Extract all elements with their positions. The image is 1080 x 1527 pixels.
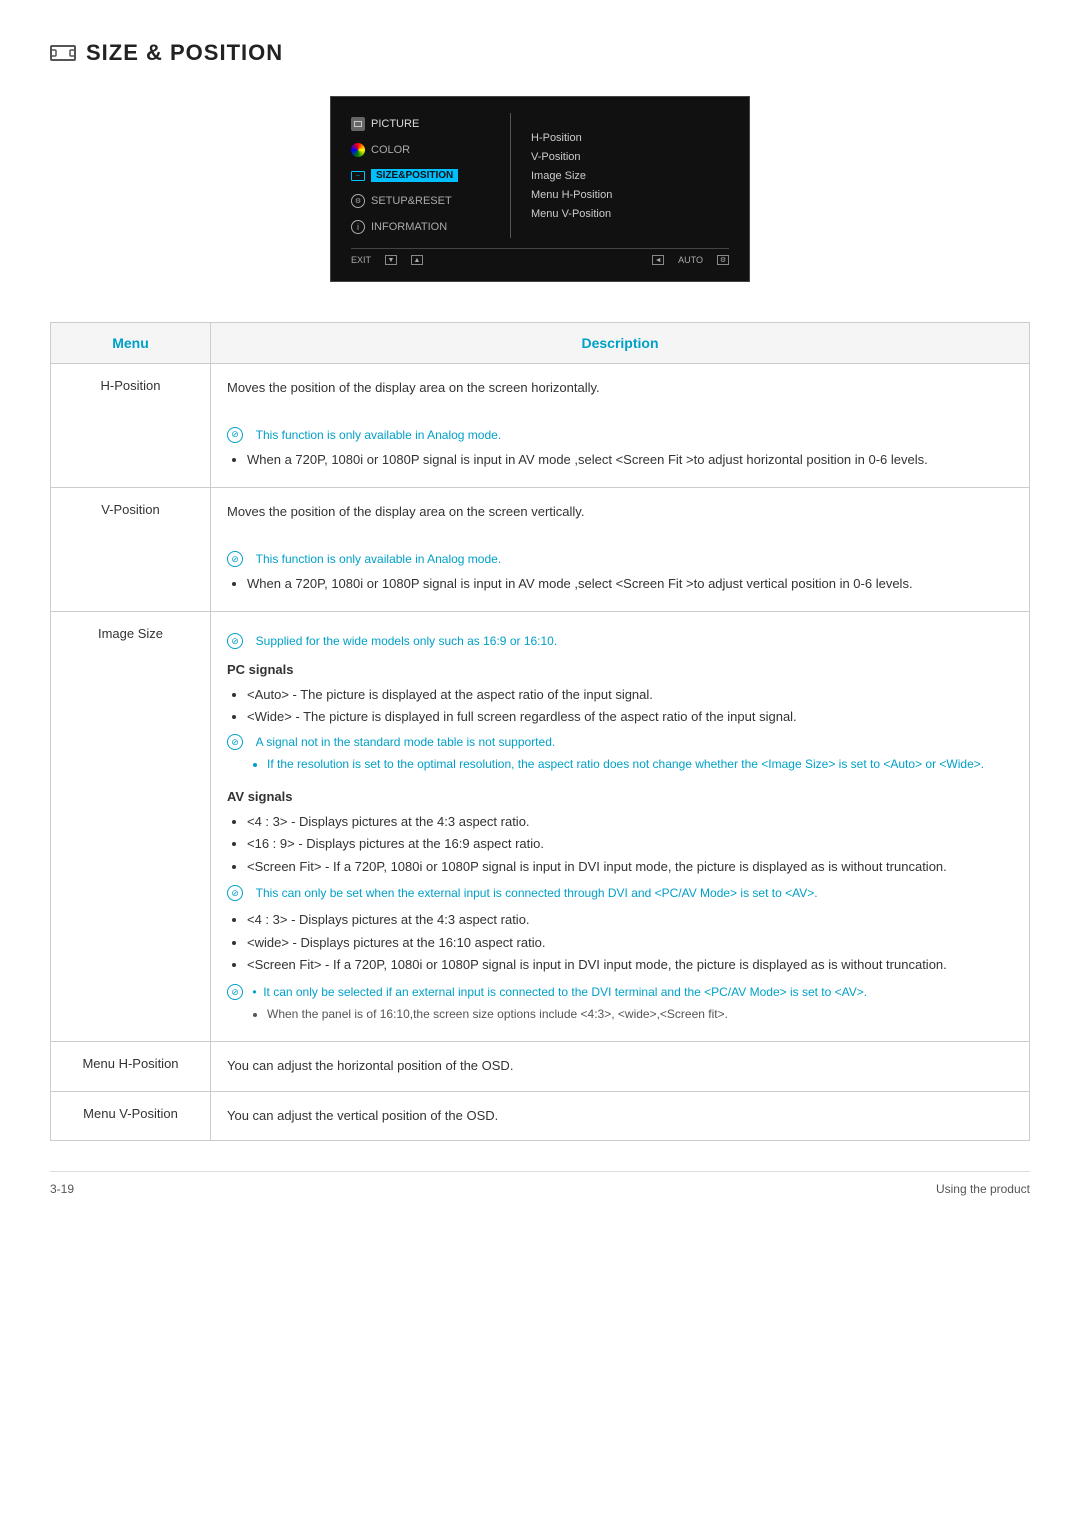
main-table: Menu Description H-Position Moves the po… [50,322,1030,1141]
osd-btn-enter: ◄ [652,255,664,265]
osd-submenu-menu-h: Menu H-Position [531,187,612,203]
desc-cell-h-position: Moves the position of the display area o… [211,364,1030,488]
av2-4-3-bullet: <4 : 3> - Displays pictures at the 4:3 a… [247,910,1013,930]
osd-submenu-h-position: H-Position [531,130,612,146]
av-16-9-bullet: <16 : 9> - Displays pictures at the 16:9… [247,834,1013,854]
table-row-menu-v-position: Menu V-Position You can adjust the verti… [51,1091,1030,1141]
menu-cell-image-size: Image Size [51,612,211,1042]
pc-signals-title: PC signals [227,660,1013,681]
osd-submenu-v-position: V-Position [531,149,612,165]
panel-16-10-note: When the panel is of 16:10,the screen si… [267,1005,1013,1023]
table-row-v-position: V-Position Moves the position of the dis… [51,488,1030,612]
note-icon-standard [227,734,243,750]
desc-cell-menu-h: You can adjust the horizontal position o… [211,1041,1030,1091]
av-signals-title: AV signals [227,787,1013,808]
osd-btn-settings: ⚙ [717,255,729,265]
menu-cell-h-position: H-Position [51,364,211,488]
desc-cell-image-size: Supplied for the wide models only such a… [211,612,1030,1042]
osd-submenu-image-size: Image Size [531,168,612,184]
menu-cell-menu-v: Menu V-Position [51,1091,211,1141]
table-row-menu-h-position: Menu H-Position You can adjust the horiz… [51,1041,1030,1091]
av2-screenfit-bullet: <Screen Fit> - If a 720P, 1080i or 1080P… [247,955,1013,975]
note-icon [227,551,243,567]
note-icon-dvi [227,885,243,901]
col-header-desc: Description [211,323,1030,364]
osd-btn-auto: AUTO [678,255,703,265]
col-header-menu: Menu [51,323,211,364]
pc-wide-bullet: <Wide> - The picture is displayed in ful… [247,707,1013,727]
size-position-icon [50,43,76,63]
osd-btn-down: ▼ [385,255,397,265]
footer-section: Using the product [936,1182,1030,1196]
pc-auto-bullet: <Auto> - The picture is displayed at the… [247,685,1013,705]
page-footer: 3-19 Using the product [50,1171,1030,1196]
desc-cell-menu-v: You can adjust the vertical position of … [211,1091,1030,1141]
note-icon [227,427,243,443]
av-4-3-bullet: <4 : 3> - Displays pictures at the 4:3 a… [247,812,1013,832]
resolution-note: If the resolution is set to the optimal … [267,755,1013,773]
av2-wide-bullet: <wide> - Displays pictures at the 16:10 … [247,933,1013,953]
note-icon-wide [227,633,243,649]
footer-page-number: 3-19 [50,1182,74,1196]
note-icon-dvi2 [227,984,243,1000]
menu-cell-menu-h: Menu H-Position [51,1041,211,1091]
page-title: SIZE & POSITION [86,40,283,66]
page-header: SIZE & POSITION [50,40,1030,66]
osd-btn-up: ▲ [411,255,423,265]
osd-btn-exit: EXIT [351,255,371,265]
menu-cell-v-position: V-Position [51,488,211,612]
osd-submenu-menu-v: Menu V-Position [531,206,612,222]
desc-cell-v-position: Moves the position of the display area o… [211,488,1030,612]
av-screenfit-bullet: <Screen Fit> - If a 720P, 1080i or 1080P… [247,857,1013,877]
osd-screenshot: PICTURE COLOR ⇔ SIZE&POSITION ⚙ [50,96,1030,282]
table-row-h-position: H-Position Moves the position of the dis… [51,364,1030,488]
table-row-image-size: Image Size Supplied for the wide models … [51,612,1030,1042]
